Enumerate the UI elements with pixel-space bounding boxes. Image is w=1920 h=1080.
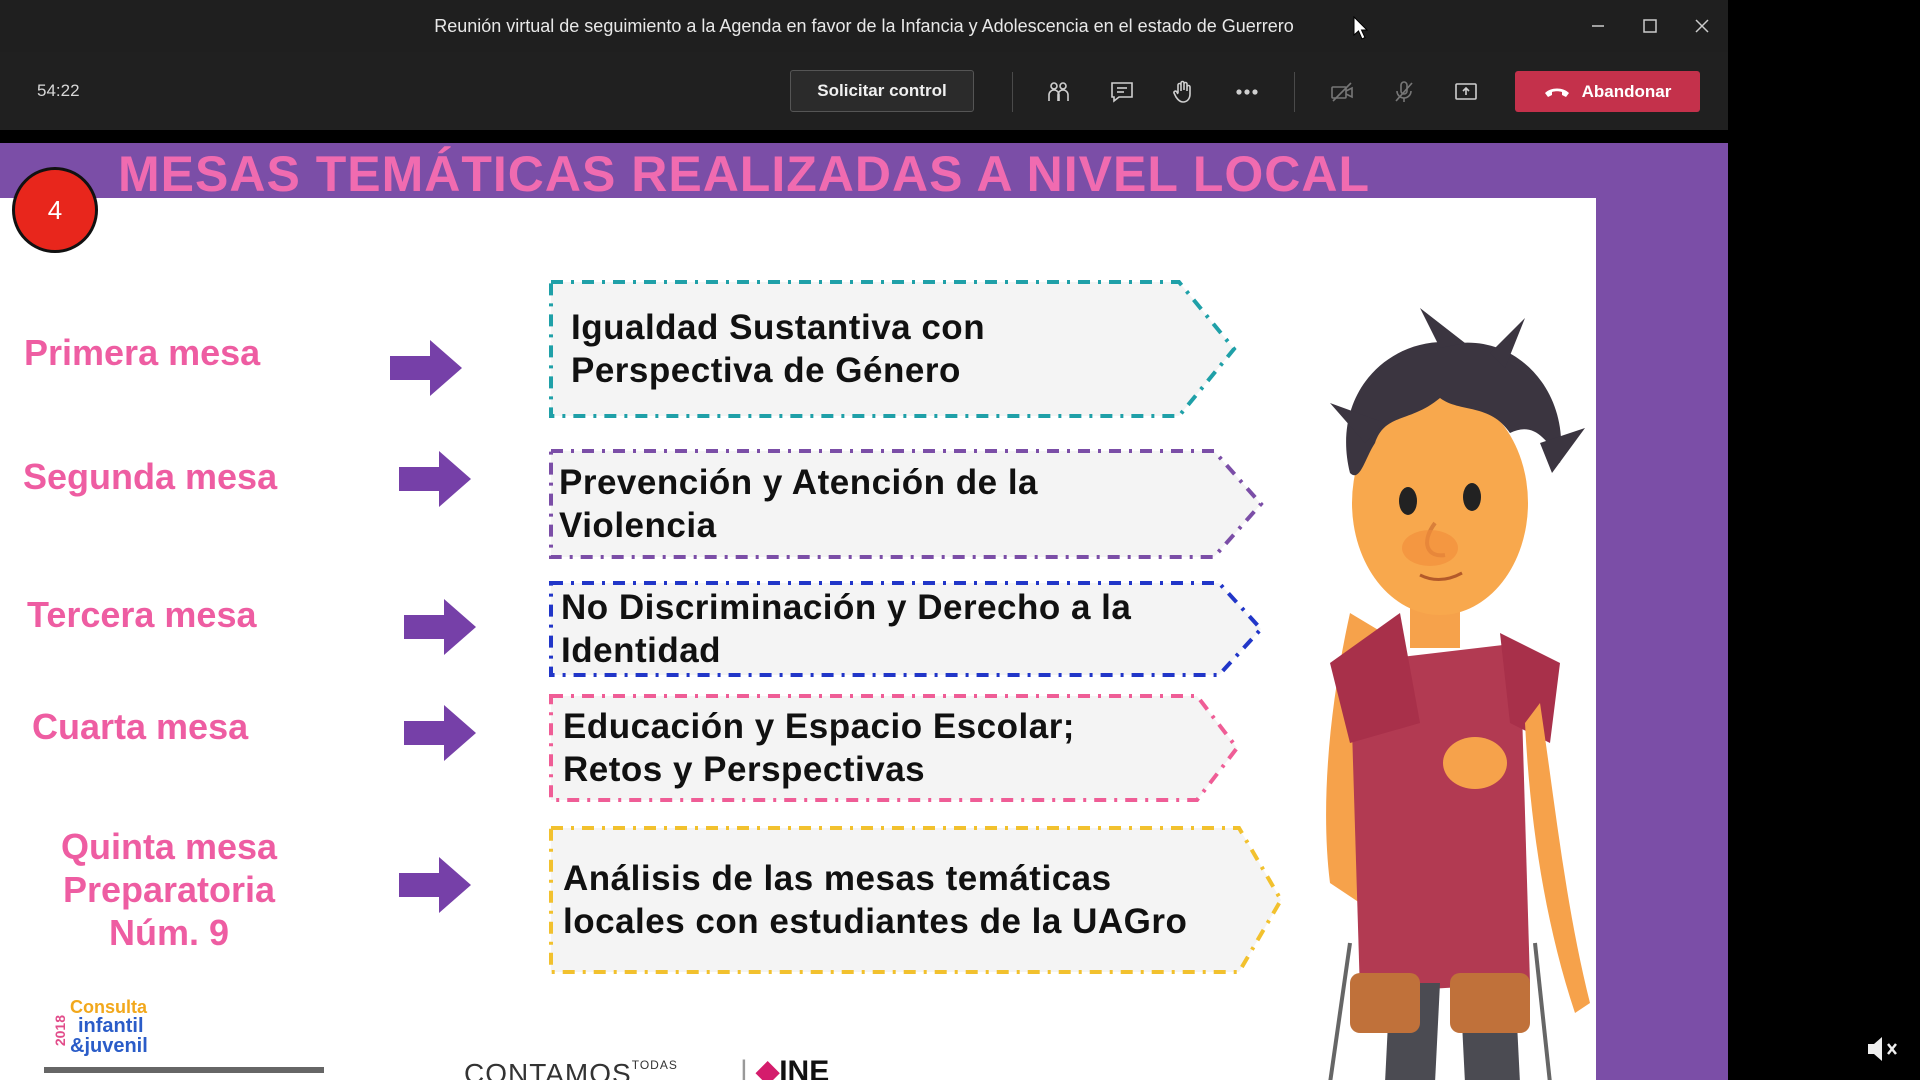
toolbar-divider <box>1012 72 1013 112</box>
mesa-label: Cuarta mesa <box>32 706 249 747</box>
topic-text: Educación y Espacio Escolar; Retos y Per… <box>563 707 1075 789</box>
raise-hand-button[interactable] <box>1165 74 1201 110</box>
ine-text: INE <box>779 1055 830 1080</box>
participants-button[interactable] <box>1041 74 1077 110</box>
phone-hangup-icon <box>1544 88 1569 97</box>
close-button[interactable] <box>1676 0 1728 52</box>
slide-title: MESAS TEMÁTICAS REALIZADAS A NIVEL LOCAL <box>118 146 1371 202</box>
leave-label: Abandonar <box>1581 81 1672 101</box>
topic-text: Prevención y Atención de la Violencia <box>559 463 1039 545</box>
topic-text: Análisis de las mesas temáticas locales … <box>563 859 1188 941</box>
meeting-timer: 54:22 <box>37 81 80 100</box>
arrow-right-icon <box>399 857 471 913</box>
topic-box: Prevención y Atención de la Violencia <box>549 449 1264 559</box>
camera-toggle-button[interactable] <box>1324 74 1360 110</box>
more-icon <box>1236 89 1258 95</box>
meeting-window: Reunión virtual de seguimiento a la Agen… <box>0 0 1728 1080</box>
volume-muted-button[interactable] <box>1866 1035 1900 1063</box>
mic-toggle-button[interactable] <box>1386 74 1422 110</box>
chat-button[interactable] <box>1104 74 1140 110</box>
maximize-icon <box>1643 19 1657 33</box>
contamos-logo: CONTAMOSTODAS <box>464 1058 678 1080</box>
mic-off-icon <box>1395 81 1413 102</box>
mouse-cursor-icon <box>1353 16 1369 40</box>
shared-slide: MESAS TEMÁTICAS REALIZADAS A NIVEL LOCAL… <box>0 143 1728 1080</box>
mesa-label: Tercera mesa <box>27 594 257 635</box>
participants-icon <box>1048 82 1069 101</box>
contamos-text: CONTAMOS <box>464 1058 632 1080</box>
minimize-button[interactable] <box>1572 0 1624 52</box>
mesa-label: Primera mesa <box>24 332 261 373</box>
topic-box: Igualdad Sustantiva con Perspectiva de G… <box>549 280 1237 418</box>
share-icon <box>1455 83 1477 100</box>
meeting-toolbar: 54:22 Solicitar control Abandonar <box>0 52 1728 130</box>
more-options-button[interactable] <box>1229 74 1265 110</box>
camera-off-icon <box>1331 82 1353 102</box>
arrow-right-icon <box>390 340 462 396</box>
topic-box: Análisis de las mesas temáticas locales … <box>549 826 1284 974</box>
toolbar-divider <box>1294 72 1295 112</box>
slide-number-badge: 4 <box>12 167 98 253</box>
share-screen-button[interactable] <box>1448 74 1484 110</box>
request-control-button[interactable]: Solicitar control <box>790 70 974 112</box>
boy-illustration <box>1326 308 1590 1080</box>
mesa-label: Segunda mesa <box>23 456 278 497</box>
topic-text: Igualdad Sustantiva con Perspectiva de G… <box>571 308 986 390</box>
topic-box: Educación y Espacio Escolar; Retos y Per… <box>549 694 1240 802</box>
logo-year: 2018 <box>52 1015 68 1047</box>
speaker-muted-icon <box>1868 1037 1897 1061</box>
arrow-right-icon <box>404 705 476 761</box>
mesa-label: Quinta mesa Preparatoria Núm. 9 <box>60 826 278 953</box>
leave-meeting-button[interactable]: Abandonar <box>1515 71 1700 112</box>
arrow-right-icon <box>399 451 471 507</box>
ine-logo: | ◆INE <box>740 1054 829 1080</box>
raise-hand-icon <box>1173 80 1191 103</box>
topic-text: No Discriminación y Derecho a la Identid… <box>561 588 1132 670</box>
close-icon <box>1695 19 1709 33</box>
window-controls <box>1572 0 1728 52</box>
chat-icon <box>1111 82 1133 103</box>
arrow-right-icon <box>404 599 476 655</box>
topic-box: No Discriminación y Derecho a la Identid… <box>549 581 1264 677</box>
title-bar: Reunión virtual de seguimiento a la Agen… <box>0 0 1728 52</box>
window-title: Reunión virtual de seguimiento a la Agen… <box>434 15 1294 36</box>
consulta-infantil-logo: 2018 Consulta infantil &juvenil <box>44 995 324 1075</box>
minimize-icon <box>1592 25 1604 27</box>
logo-line3: &juvenil <box>70 1035 148 1057</box>
maximize-button[interactable] <box>1624 0 1676 52</box>
contamos-small-text: TODAS <box>631 1058 678 1072</box>
